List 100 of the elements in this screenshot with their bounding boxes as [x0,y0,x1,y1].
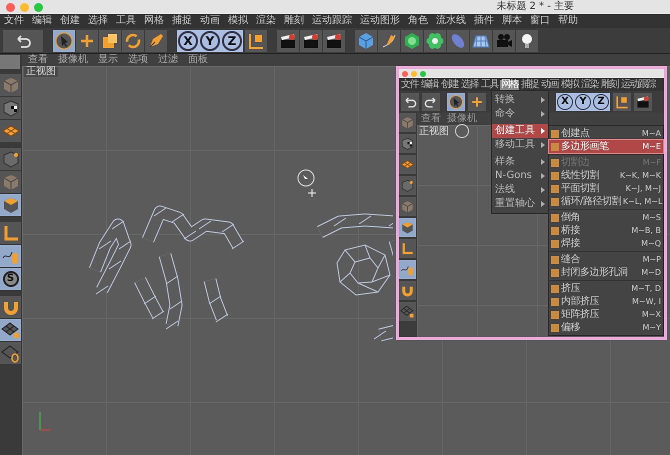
menu-item[interactable]: 选择 [88,16,108,26]
menu-item[interactable]: 雕刻 [600,80,619,90]
menu-item[interactable]: 创建 [440,80,459,90]
tool-button[interactable] [424,30,446,52]
menu-item[interactable]: 网格 [500,80,519,90]
submenu-item[interactable]: 内部挤压 M~W, I [549,295,663,308]
axis-button[interactable]: Y [200,30,220,50]
coordinate-icon [614,94,630,110]
close-icon[interactable] [402,70,408,76]
cube-icon [400,220,415,235]
object-icon [402,30,422,50]
cursor-icon [54,30,74,50]
cursor-circle-icon [297,169,315,187]
caret-icon [541,97,545,103]
viewport-menu-item[interactable]: 过滤 [158,55,178,65]
viewport-menu-item[interactable]: 面板 [188,55,208,65]
cube-icon [356,30,376,50]
axis-button[interactable]: Z [222,30,242,50]
checkered-cube-icon [400,136,415,151]
tool-button[interactable] [99,30,121,52]
menu-item[interactable]: 创建 [60,16,80,26]
axis-button[interactable]: Y [575,94,591,110]
caret-icon [541,111,545,117]
menu-item[interactable]: 编辑 [32,16,52,26]
viewport-menu-item[interactable]: 查看 [421,114,441,124]
menu-item[interactable]: 文件 [400,80,419,90]
axis-button[interactable]: Z [593,94,609,110]
submenu-item[interactable]: 焊接 M~Q [549,237,663,250]
menu-item[interactable]: 动画 [200,16,220,26]
menu-item[interactable]: 脚本 [502,16,522,26]
menu-item[interactable]: 动画 [540,80,559,90]
grid-lock-icon [400,304,415,319]
corner-icon [400,241,415,256]
clapboard-icon [635,94,651,110]
tool-button[interactable] [0,319,21,341]
menu-item[interactable]: 文件 [4,16,24,26]
menu-item[interactable]: 雕刻 [284,16,304,26]
tool-button[interactable] [447,93,465,111]
submenu-item[interactable]: 桥接 M~B, B [549,224,663,237]
menu-item[interactable]: 流水线 [436,16,466,26]
tool-button[interactable] [277,30,299,52]
submenu-item[interactable]: 创建点 M~A [549,127,663,140]
menu-item[interactable]: 捕捉 [520,80,539,90]
texture-swatch [0,55,20,69]
submenu-item[interactable]: 封闭多边形孔洞 M~D [549,266,663,279]
menu-item[interactable]: 选择 [460,80,479,90]
tool-button[interactable] [300,30,322,52]
submenu-item[interactable]: 挤压 M~T, D [549,282,663,295]
menu-item[interactable]: 模拟 [228,16,248,26]
move-icon [469,94,485,110]
dropdown-item[interactable]: 命令 [492,107,548,121]
menu-item[interactable]: 运动跟踪 [620,80,656,90]
viewport-menu-item[interactable]: 摄像机 [58,55,88,65]
tool-button[interactable] [0,342,21,364]
menu-item[interactable]: 帮助 [558,16,578,26]
menu-item[interactable]: 捕捉 [172,16,192,26]
dropdown-item[interactable]: 转换 [492,93,548,107]
tool-button[interactable] [516,30,538,52]
crosshair-icon [308,189,316,197]
submenu-item[interactable]: 倒角 M~S [549,211,663,224]
menu-item[interactable]: 渲染 [256,16,276,26]
viewport-menu-item[interactable]: 查看 [28,55,48,65]
menu-item[interactable]: 工具 [116,16,136,26]
tool-button[interactable] [470,30,492,52]
viewport-label: 正视图 [24,67,58,77]
menu-item[interactable]: 模拟 [560,80,579,90]
close-icon[interactable] [6,2,15,12]
menu-item[interactable]: 角色 [408,16,428,26]
cursor-icon [448,94,464,110]
viewport-menu-item[interactable]: 摄像机 [447,114,477,124]
tool-button[interactable] [53,30,75,52]
tool-button[interactable] [3,30,43,52]
submenu-item[interactable]: 平面切割 K~J, M~J [549,182,663,195]
menu-item[interactable]: 运动跟踪 [312,16,352,26]
submenu-item[interactable]: 缝合 M~P [549,253,663,266]
tool-button[interactable] [323,30,345,52]
axis-button[interactable]: X [557,94,573,110]
dropdown-item[interactable]: 创建工具 [492,124,548,138]
viewport-menu-item[interactable]: 选项 [128,55,148,65]
menu-item[interactable]: 窗口 [530,16,550,26]
menu-item[interactable]: 网格 [144,16,164,26]
viewport-menu-item[interactable]: 显示 [98,55,118,65]
grid-icon [0,343,20,363]
submenu-item[interactable]: 矩阵挤压 M~X [549,308,663,321]
menu-item[interactable]: 插件 [474,16,494,26]
window-title: 未标题 2 * - 主要 [496,2,574,12]
submenu-item[interactable]: 偏移 M~Y [549,321,663,334]
menu-item[interactable]: 运动图形 [360,16,400,26]
menu-item[interactable]: 工具 [480,80,499,90]
axis-button[interactable]: X [178,30,198,50]
menu-item[interactable]: 编辑 [420,80,439,90]
tool-button[interactable] [399,302,416,321]
menu-item[interactable]: 渲染 [580,80,599,90]
submenu-item[interactable]: 循环/路径切割 K~L, M~L [549,195,663,208]
submenu-item[interactable]: 线性切割 K~K, M~K [549,169,663,182]
tool-button[interactable] [401,30,423,52]
submenu-item[interactable]: 多边形画笔 M~E [549,140,663,153]
tool-button[interactable] [634,93,652,111]
cube-icon [400,115,415,130]
checkered-cube-icon [0,98,20,118]
